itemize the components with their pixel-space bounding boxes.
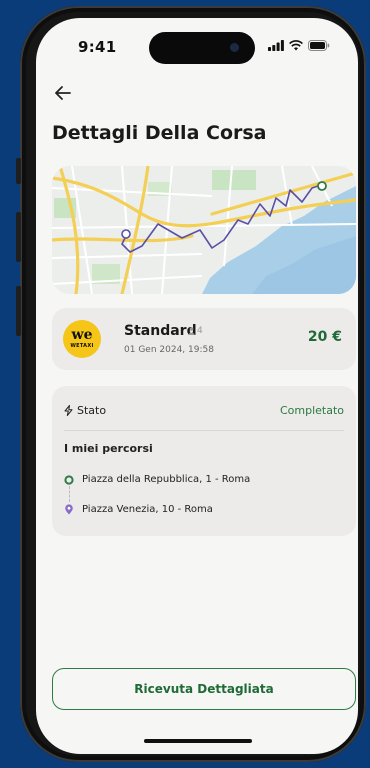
routes-title: I miei percorsi: [64, 442, 153, 455]
dropoff-address: Piazza Venezia, 10 - Roma: [82, 504, 213, 515]
detailed-receipt-button[interactable]: Ricevuta Dettagliata: [52, 668, 356, 710]
route-map[interactable]: [52, 166, 356, 294]
seats-badge: 4: [188, 326, 203, 336]
person-icon: [188, 327, 195, 335]
logo-text: WETAXI: [70, 343, 94, 349]
status-icons: [268, 40, 330, 51]
ride-details-card: Stato Completato I miei percorsi Piazza …: [52, 386, 356, 536]
logo-mark: we: [71, 327, 93, 343]
pickup-stop: Piazza della Repubblica, 1 - Roma: [64, 474, 250, 485]
seats-count: 4: [197, 326, 203, 336]
volume-up-button: [16, 212, 21, 262]
dynamic-island: [149, 32, 255, 64]
route-end-marker: [317, 181, 327, 191]
dropoff-stop: Piazza Venezia, 10 - Roma: [64, 504, 213, 515]
home-indicator: [144, 739, 252, 743]
camera-icon: [230, 43, 239, 52]
status-time: 9:41: [78, 38, 117, 56]
status-bar: 9:41: [36, 18, 358, 68]
cellular-signal-icon: [268, 40, 284, 51]
battery-icon: [308, 40, 330, 51]
app-screen: 9:41 Dettagli Della Corsa we WETAXI Stan…: [36, 18, 358, 754]
status-value: Completato: [279, 404, 344, 417]
route-start-marker: [121, 229, 131, 239]
volume-down-button: [16, 286, 21, 336]
ride-date: 01 Gen 2024, 19:58: [124, 345, 214, 355]
status-label: Stato: [64, 404, 106, 417]
divider: [64, 430, 344, 431]
arrow-left-icon[interactable]: [52, 82, 76, 104]
pickup-address: Piazza della Repubblica, 1 - Roma: [82, 474, 251, 485]
service-name: Standard: [124, 323, 197, 339]
route-connector: [69, 486, 70, 502]
wifi-icon: [289, 40, 303, 51]
wetaxi-logo: we WETAXI: [63, 320, 101, 358]
action-button: [16, 158, 21, 184]
pickup-circle-icon: [64, 474, 74, 485]
page-title: Dettagli Della Corsa: [52, 122, 267, 144]
lightning-icon: [64, 405, 73, 416]
location-pin-icon: [65, 504, 73, 515]
ride-summary-card[interactable]: we WETAXI Standard 4 01 Gen 2024, 19:58 …: [52, 308, 356, 370]
status-label-text: Stato: [77, 404, 107, 417]
status-row: Stato Completato: [64, 404, 344, 424]
ride-price: 20 €: [307, 329, 342, 345]
map-graphic: [52, 166, 356, 294]
